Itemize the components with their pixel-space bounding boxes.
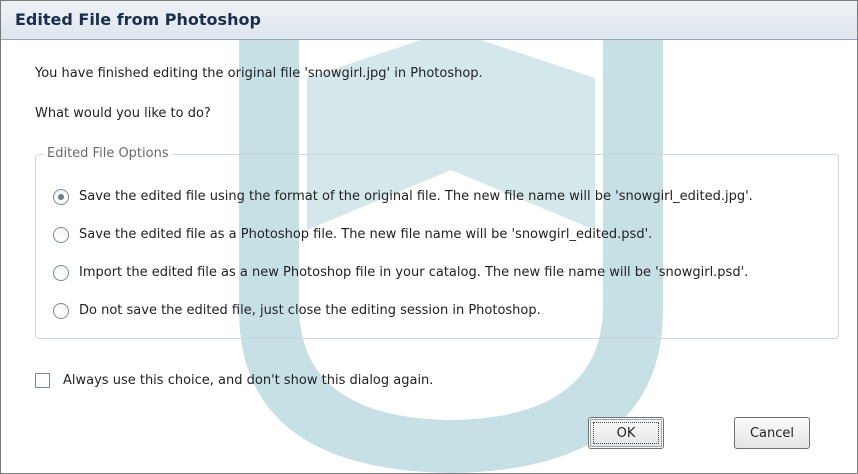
option-radio-save-psd[interactable] — [53, 227, 69, 243]
option-radio-import-catalog[interactable] — [53, 265, 69, 281]
cancel-button[interactable]: Cancel — [734, 417, 810, 449]
always-use-choice-checkbox[interactable] — [35, 373, 50, 388]
option-radio-save-original-format[interactable] — [53, 189, 69, 205]
option-label-save-original-format[interactable]: Save the edited file using the format of… — [79, 189, 753, 204]
option-radio-do-not-save[interactable] — [53, 303, 69, 319]
dialog-title: Edited File from Photoshop — [15, 10, 261, 29]
option-label-import-catalog[interactable]: Import the edited file as a new Photosho… — [79, 265, 748, 280]
title-bar[interactable]: Edited File from Photoshop — [1, 1, 857, 40]
dialog-body: You have finished editing the original f… — [1, 40, 857, 473]
question-text: What would you like to do? — [35, 106, 211, 121]
always-use-choice-label[interactable]: Always use this choice, and don't show t… — [63, 373, 433, 388]
radio-selected-dot — [58, 194, 64, 200]
focus-ring — [593, 422, 659, 444]
edited-file-dialog: Edited File from Photoshop You have fini… — [0, 0, 858, 474]
message-text: You have finished editing the original f… — [35, 66, 483, 81]
option-label-save-psd[interactable]: Save the edited file as a Photoshop file… — [79, 227, 652, 242]
cancel-button-label: Cancel — [749, 425, 795, 441]
group-title: Edited File Options — [43, 146, 173, 161]
option-label-do-not-save[interactable]: Do not save the edited file, just close … — [79, 303, 541, 318]
ok-button[interactable]: OK — [588, 417, 664, 449]
